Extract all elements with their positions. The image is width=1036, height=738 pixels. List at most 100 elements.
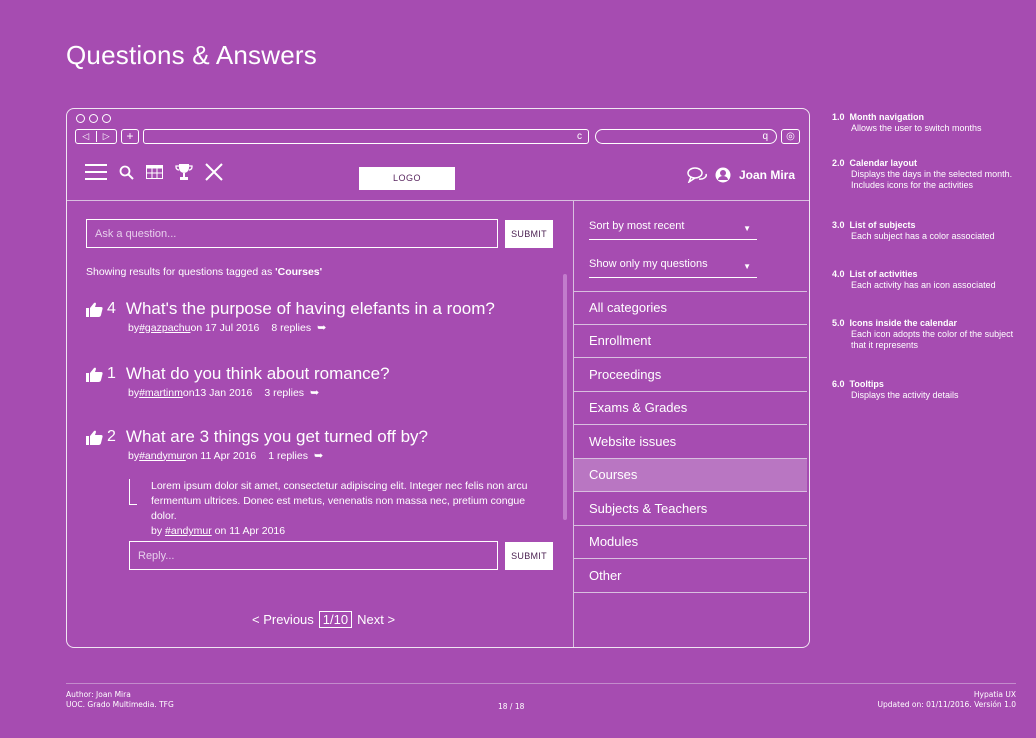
window-controls <box>76 114 111 123</box>
reply-arrow-icon[interactable]: ➥ <box>317 321 326 334</box>
reload-icon[interactable]: c <box>577 130 582 143</box>
reply-author[interactable]: #andymur <box>165 525 212 537</box>
annotation-note: 1.0 Month navigation Allows the user to … <box>832 112 1022 134</box>
category-item[interactable]: Modules <box>574 526 807 559</box>
annotation-note: 2.0 Calendar layout Displays the days in… <box>832 158 1022 191</box>
category-item[interactable]: All categories <box>574 291 807 325</box>
category-list: All categories Enrollment Proceedings Ex… <box>574 291 807 593</box>
question-replies[interactable]: 8 replies <box>271 322 311 334</box>
footer-version: Hypatia UX Updated on: 01/11/2016. Versi… <box>878 690 1016 710</box>
annotation-number: 4.0 <box>832 269 845 279</box>
browser-window: ◁ ▷ + c q ◎ LOGO Joan Mira SUBMIT Showin… <box>66 108 810 648</box>
footer-updated: Updated on: 01/11/2016. Versión 1.0 <box>877 700 1016 709</box>
new-tab-button[interactable]: + <box>121 129 139 144</box>
category-item[interactable]: Proceedings <box>574 358 807 392</box>
settings-button[interactable]: ◎ <box>781 129 800 144</box>
thumbs-up-icon[interactable] <box>86 430 103 445</box>
chat-icon[interactable] <box>687 167 707 183</box>
question-title[interactable]: What are 3 things you get turned off by? <box>126 427 428 447</box>
question-date: on 17 Jul 2016 <box>190 321 260 334</box>
annotation-note: 4.0 List of activities Each activity has… <box>832 269 1022 291</box>
window-maximize-dot[interactable] <box>102 114 111 123</box>
question-by: by <box>128 321 140 334</box>
annotation-number: 6.0 <box>832 379 845 389</box>
user-area: Joan Mira <box>687 167 795 183</box>
annotation-number: 1.0 <box>832 112 845 122</box>
annotation-title: Calendar layout <box>849 158 918 168</box>
footer-brand: Hypatia UX <box>973 690 1016 699</box>
browser-search-bar[interactable]: q <box>595 129 777 144</box>
annotation-description: Allows the user to switch months <box>851 123 982 133</box>
reply-date: on 11 Apr 2016 <box>211 525 286 537</box>
app-toolbar <box>85 163 223 181</box>
trophy-icon[interactable] <box>175 163 193 181</box>
user-name[interactable]: Joan Mira <box>739 168 795 182</box>
submit-reply-button[interactable]: SUBMIT <box>505 542 553 570</box>
question-replies[interactable]: 3 replies <box>264 387 304 399</box>
forward-button[interactable]: ▷ <box>95 131 117 142</box>
thumbs-up-icon[interactable] <box>86 367 103 382</box>
footer-page-number: 18 / 18 <box>498 702 525 711</box>
search-icon[interactable] <box>119 165 134 180</box>
annotation-description: Each subject has a color associated <box>851 231 995 241</box>
category-item-active[interactable]: Courses <box>574 458 807 492</box>
question-title[interactable]: What's the purpose of having elefants in… <box>126 299 495 319</box>
category-item[interactable]: Other <box>574 559 807 593</box>
question-replies[interactable]: 1 replies <box>268 450 308 462</box>
reply-arrow-icon[interactable]: ➥ <box>310 386 319 399</box>
category-item[interactable]: Subjects & Teachers <box>574 492 807 526</box>
results-prefix: Showing results for questions tagged as <box>86 266 276 278</box>
calendar-grid-icon[interactable] <box>146 165 163 179</box>
footer-org: UOC. Grado Multimedia. TFG <box>66 700 174 709</box>
logo[interactable]: LOGO <box>359 167 455 190</box>
filter-dropdown[interactable]: Show only my questions ▼ <box>589 258 757 278</box>
thumbs-up-icon[interactable] <box>86 302 103 317</box>
address-bar[interactable]: c <box>143 129 589 144</box>
question-title[interactable]: What do you think about romance? <box>126 364 390 384</box>
vote-count: 1 <box>107 365 116 382</box>
next-page-link[interactable]: Next > <box>357 612 395 627</box>
question-by: by <box>128 449 140 462</box>
annotation-note: 5.0 Icons inside the calendar Each icon … <box>832 318 1022 351</box>
questions-scrollbar[interactable] <box>563 274 567 520</box>
current-page[interactable]: 1/10 <box>318 611 353 628</box>
question-date: on 11 Apr 2016 <box>185 449 257 462</box>
results-tag: 'Courses' <box>275 266 323 278</box>
dropdown-caret-icon: ▼ <box>743 262 751 271</box>
annotation-description: Each icon adopts the color of the subjec… <box>851 329 1014 350</box>
question-author[interactable]: #martinm <box>139 387 183 399</box>
annotation-note: 3.0 List of subjects Each subject has a … <box>832 220 1022 242</box>
menu-icon[interactable] <box>85 163 107 181</box>
search-icon: q <box>762 131 768 142</box>
page-title: Questions & Answers <box>66 40 317 70</box>
category-item[interactable]: Exams & Grades <box>574 392 807 425</box>
reply-input[interactable] <box>129 541 498 570</box>
submit-question-button[interactable]: SUBMIT <box>505 220 553 248</box>
history-nav: ◁ ▷ <box>75 129 117 144</box>
previous-page-link[interactable]: < Previous <box>252 612 314 627</box>
question-item: 4 What's the purpose of having elefants … <box>86 299 495 334</box>
question-author[interactable]: #gazpachu <box>139 322 190 334</box>
pagination: < Previous 1/10 Next > <box>252 611 395 628</box>
sort-dropdown[interactable]: Sort by most recent ▼ <box>589 220 757 240</box>
reply-arrow-icon[interactable]: ➥ <box>314 449 323 462</box>
category-item[interactable]: Enrollment <box>574 325 807 358</box>
annotation-title: List of activities <box>849 269 918 279</box>
annotation-title: Tooltips <box>849 379 884 389</box>
annotation-title: Month navigation <box>849 112 925 122</box>
window-minimize-dot[interactable] <box>89 114 98 123</box>
question-item: 1 What do you think about romance? by #m… <box>86 364 390 399</box>
annotation-number: 2.0 <box>832 158 845 168</box>
close-icon[interactable] <box>205 163 223 181</box>
annotation-description: Displays the days in the selected month.… <box>851 169 1013 190</box>
annotation-description: Each activity has an icon associated <box>851 280 996 290</box>
window-close-dot[interactable] <box>76 114 85 123</box>
user-avatar-icon[interactable] <box>715 167 731 183</box>
ask-question-input[interactable] <box>86 219 498 248</box>
question-author[interactable]: #andymur <box>139 450 186 462</box>
category-item[interactable]: Website issues <box>574 425 807 459</box>
back-button[interactable]: ◁ <box>76 131 96 142</box>
header-divider <box>67 200 809 201</box>
annotation-title: List of subjects <box>849 220 916 230</box>
results-summary: Showing results for questions tagged as … <box>86 266 322 278</box>
